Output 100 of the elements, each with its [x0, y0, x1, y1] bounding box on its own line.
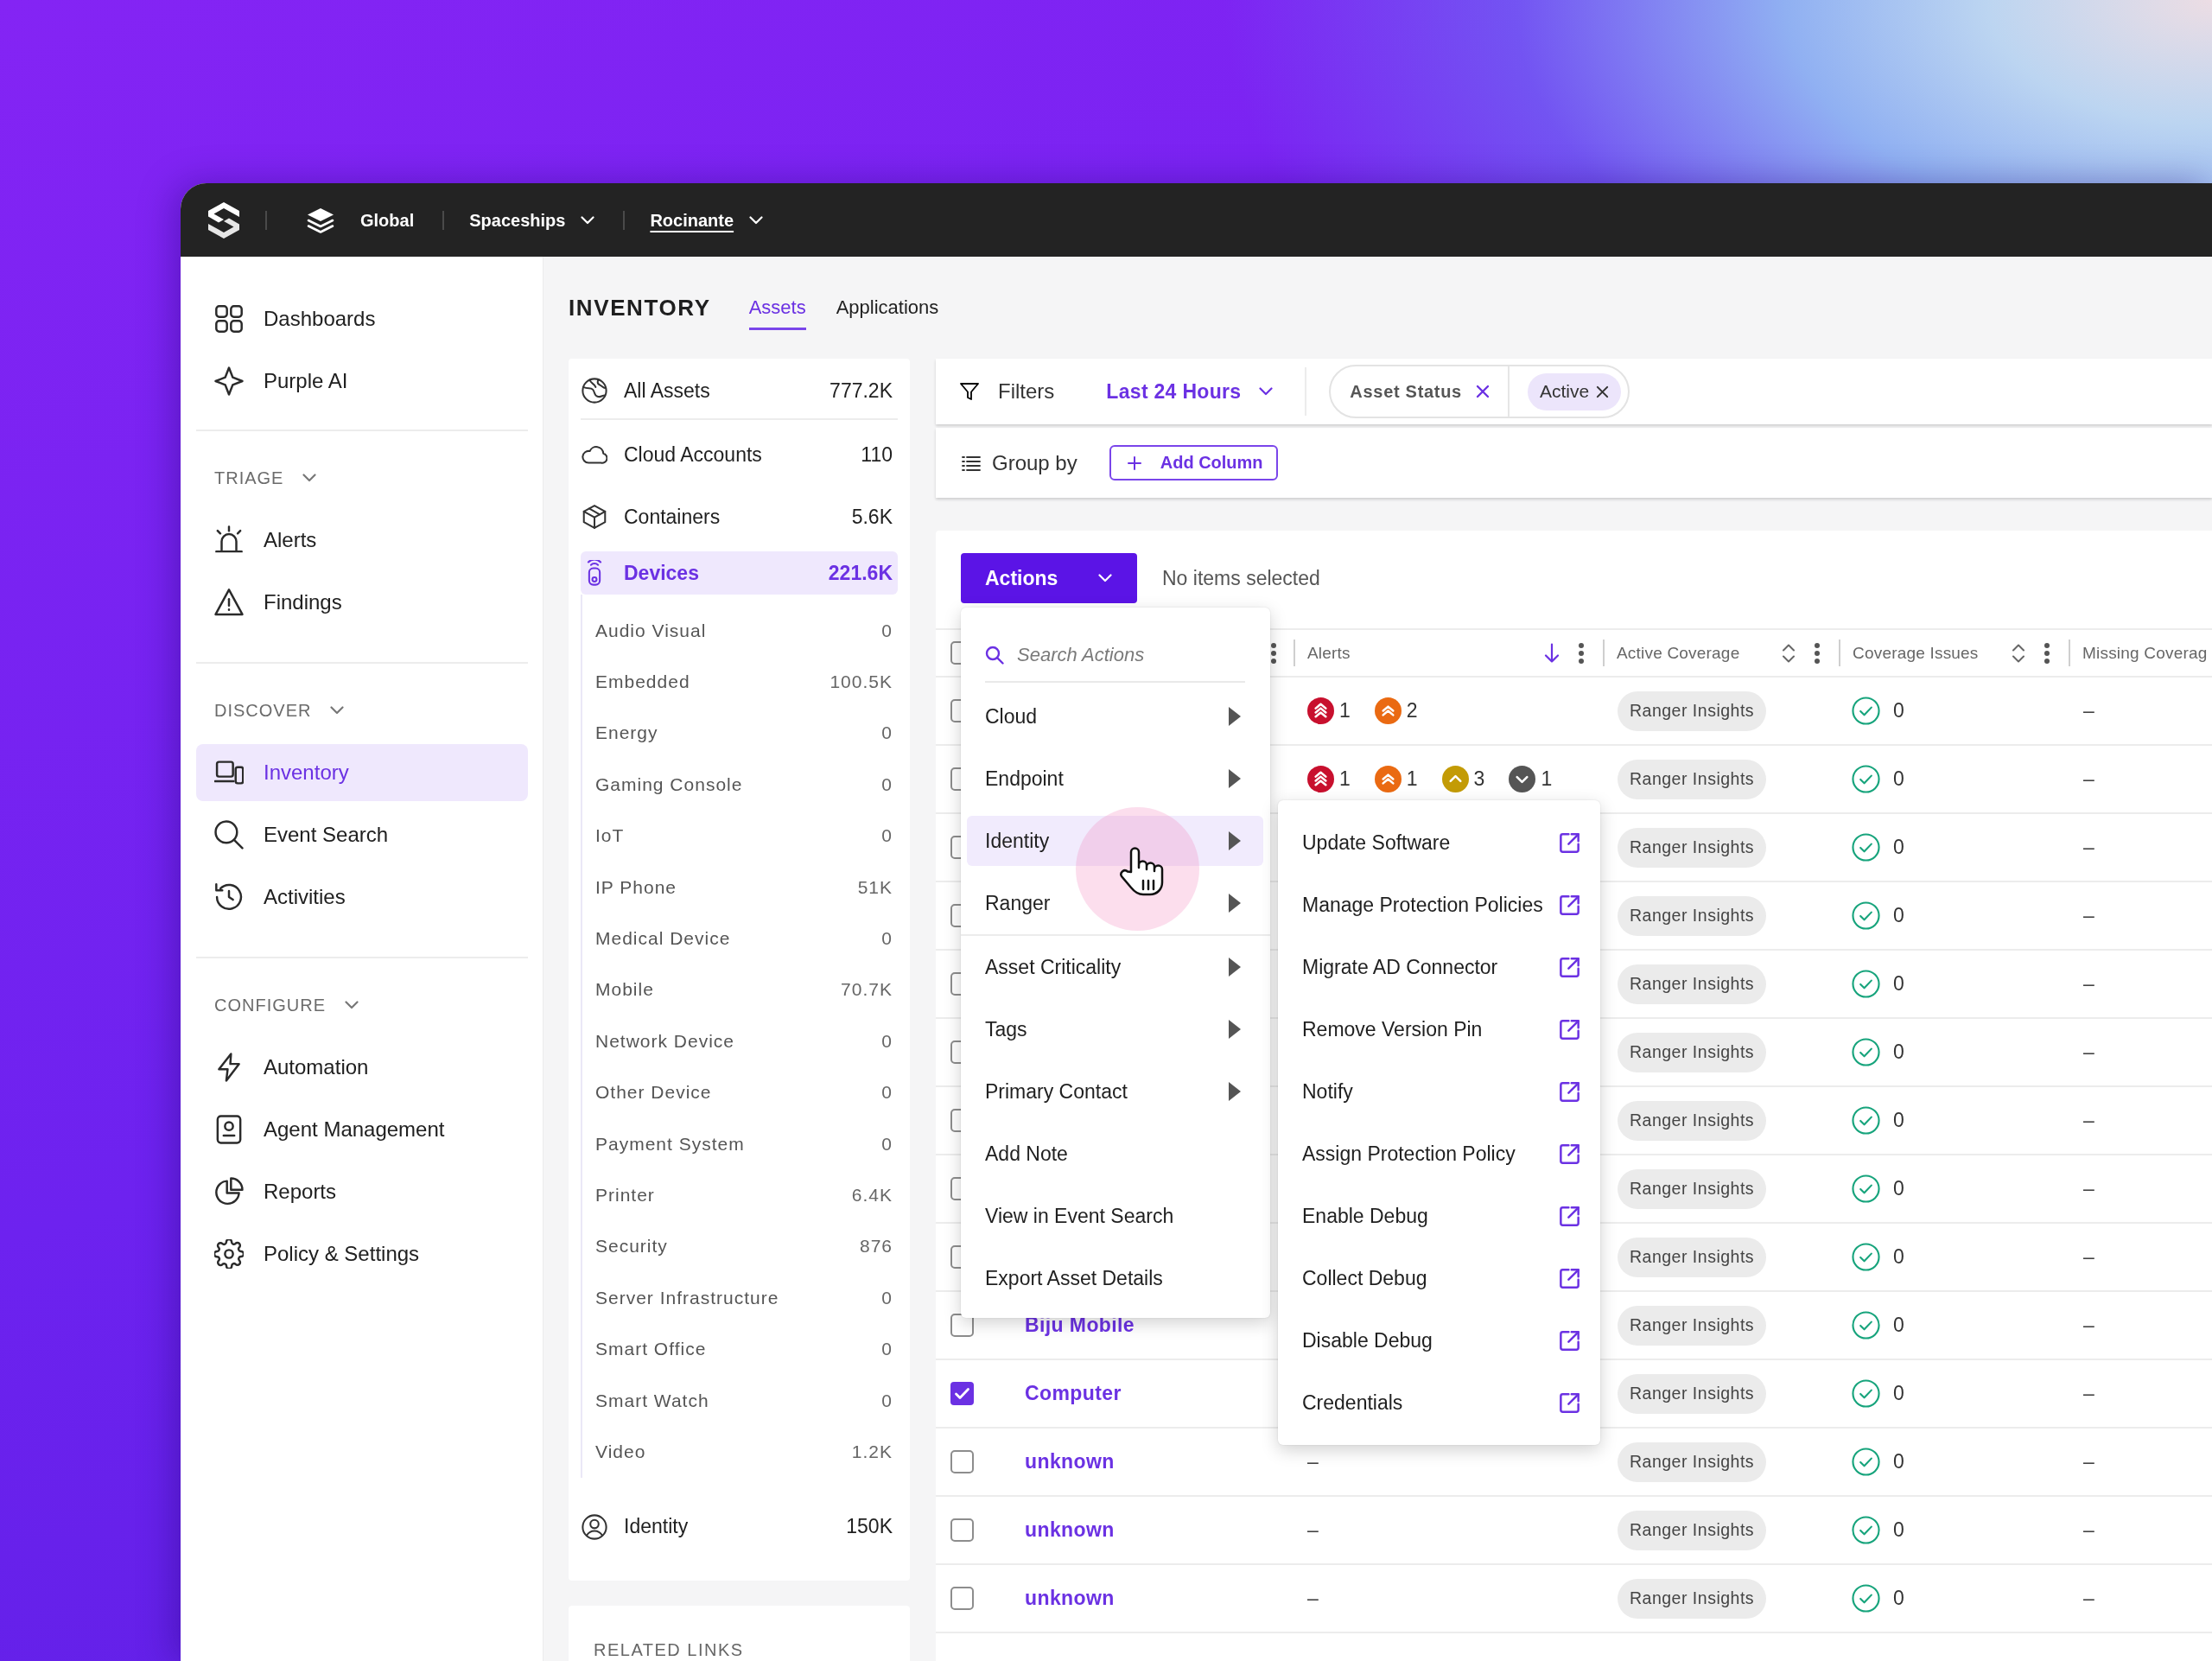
- tab[interactable]: Assets: [748, 285, 806, 330]
- asset-subtype-item[interactable]: Payment System 0: [582, 1117, 898, 1170]
- issue-count: 0: [1893, 1314, 1904, 1337]
- asset-name-link[interactable]: unknown: [1025, 1518, 1115, 1541]
- asset-subtype-item[interactable]: Gaming Console 0: [582, 759, 898, 811]
- asset-subtype-item[interactable]: Security 876: [582, 1220, 898, 1273]
- empty-value: –: [2083, 1041, 2094, 1063]
- asset-subtype-item[interactable]: Other Device 0: [582, 1066, 898, 1118]
- breadcrumb-button[interactable]: Global: [360, 208, 415, 232]
- breadcrumb-button[interactable]: Spaceships: [469, 208, 595, 232]
- kebab-menu-icon[interactable]: [1270, 641, 1277, 665]
- search-field[interactable]: Search Actions: [1017, 640, 1245, 670]
- chevron-down-icon: [345, 1001, 359, 1009]
- asset-subtype-item[interactable]: Medical Device 0: [582, 913, 898, 964]
- asset-count: 0: [881, 1390, 893, 1411]
- checkbox[interactable]: [950, 1587, 974, 1610]
- issue-count: 0: [1893, 1518, 1904, 1542]
- alert-count: 2: [1406, 699, 1418, 722]
- section-toggle[interactable]: TRIAGE: [196, 447, 317, 509]
- nav-item[interactable]: Policy & Settings: [196, 1225, 528, 1282]
- nav-item[interactable]: Automation: [196, 1039, 528, 1096]
- add-column-button[interactable]: Add Column: [1109, 445, 1278, 480]
- arrow-down-icon[interactable]: [1544, 642, 1560, 664]
- asset-subtype-item[interactable]: Energy 0: [582, 707, 898, 760]
- menu-item[interactable]: Ranger: [967, 878, 1263, 928]
- menu-item[interactable]: Identity: [967, 816, 1263, 866]
- submenu-item[interactable]: Migrate AD Connector: [1278, 936, 1600, 998]
- asset-type-item[interactable]: Cloud Accounts 110: [581, 423, 898, 486]
- asset-subtype-item[interactable]: Embedded 100.5K: [582, 656, 898, 708]
- asset-count: 6.4K: [851, 1185, 893, 1206]
- section-toggle[interactable]: CONFIGURE: [196, 974, 359, 1036]
- checkbox[interactable]: [950, 1518, 974, 1542]
- kebab-menu-icon[interactable]: [2044, 641, 2050, 665]
- menu-item[interactable]: Export Asset Details: [967, 1253, 1263, 1303]
- asset-type-item[interactable]: Devices 221.6K: [581, 551, 898, 595]
- nav-item[interactable]: Event Search: [196, 806, 528, 863]
- submenu-item[interactable]: Update Software: [1278, 811, 1600, 874]
- nav-item[interactable]: Inventory: [196, 744, 528, 801]
- nav-item[interactable]: Agent Management: [196, 1101, 528, 1158]
- tab[interactable]: Applications: [836, 285, 939, 330]
- submenu-item[interactable]: Assign Protection Policy: [1278, 1123, 1600, 1185]
- menu-item[interactable]: Add Note: [967, 1129, 1263, 1179]
- nav-item[interactable]: Findings: [196, 574, 528, 631]
- asset-name-link[interactable]: unknown: [1025, 1450, 1115, 1473]
- time-range-dropdown[interactable]: Last 24 Hours: [1106, 379, 1274, 404]
- asset-subtype-item[interactable]: Printer 6.4K: [582, 1169, 898, 1221]
- menu-item[interactable]: Endpoint: [967, 754, 1263, 804]
- asset-name-link[interactable]: unknown: [1025, 1587, 1115, 1609]
- section-toggle[interactable]: DISCOVER: [196, 679, 345, 741]
- logo-icon[interactable]: [208, 201, 239, 239]
- checkbox[interactable]: [950, 1382, 974, 1405]
- submenu-item[interactable]: Notify: [1278, 1060, 1600, 1123]
- asset-subtype-item[interactable]: Smart Watch 0: [582, 1374, 898, 1427]
- menu-item[interactable]: View in Event Search: [967, 1191, 1263, 1241]
- checkbox[interactable]: [950, 1450, 974, 1473]
- asset-subtype-item[interactable]: Smart Office 0: [582, 1323, 898, 1375]
- empty-value: –: [1307, 1450, 1319, 1473]
- empty-value: –: [2083, 1245, 2094, 1268]
- asset-subtype-item[interactable]: Network Device 0: [582, 1015, 898, 1067]
- sort-icon[interactable]: [1782, 642, 1796, 664]
- empty-value: –: [2083, 767, 2094, 790]
- submenu-item[interactable]: Manage Protection Policies: [1278, 874, 1600, 936]
- menu-item[interactable]: Asset Criticality: [967, 942, 1263, 992]
- page-title: INVENTORY: [569, 294, 711, 321]
- asset-subtype-item[interactable]: Mobile 70.7K: [582, 964, 898, 1016]
- checkbox[interactable]: [950, 1314, 974, 1337]
- submenu-item[interactable]: Disable Debug: [1278, 1309, 1600, 1371]
- kebab-menu-icon[interactable]: [1578, 641, 1585, 665]
- filter-value-tag[interactable]: Active: [1527, 372, 1622, 410]
- asset-subtype-item[interactable]: Video 1.2K: [582, 1426, 898, 1478]
- asset-subtype-item[interactable]: IoT 0: [582, 810, 898, 862]
- asset-subtype-item[interactable]: Server Infrastructure 0: [582, 1272, 898, 1324]
- asset-subtype-item[interactable]: Audio Visual 0: [582, 605, 898, 657]
- dashboard-icon: [214, 304, 244, 334]
- nav-item[interactable]: Activities: [196, 869, 528, 926]
- nav-item[interactable]: Purple AI: [196, 353, 528, 410]
- asset-count: 0: [881, 620, 893, 641]
- asset-type-item[interactable]: Identity 150K: [581, 1495, 898, 1558]
- asset-subtype-item[interactable]: IP Phone 51K: [582, 861, 898, 913]
- menu-item[interactable]: Tags: [967, 1004, 1263, 1054]
- submenu-item[interactable]: Collect Debug: [1278, 1247, 1600, 1309]
- actions-button[interactable]: Actions: [961, 553, 1137, 603]
- close-icon[interactable]: [1475, 385, 1490, 398]
- breadcrumb-button[interactable]: Rocinante: [650, 208, 764, 232]
- sort-icon[interactable]: [2012, 642, 2025, 664]
- nav-item[interactable]: Reports: [196, 1163, 528, 1220]
- asset-name-link[interactable]: Computer: [1025, 1382, 1122, 1404]
- nav-item[interactable]: Dashboards: [196, 290, 528, 347]
- menu-item[interactable]: Primary Contact: [967, 1066, 1263, 1117]
- submenu-item[interactable]: Credentials: [1278, 1371, 1600, 1434]
- menu-item[interactable]: Cloud: [967, 691, 1263, 741]
- asset-type-item[interactable]: All Assets 777.2K: [581, 363, 898, 418]
- check-circle-icon: [1852, 1516, 1880, 1544]
- nav-item[interactable]: Alerts: [196, 512, 528, 569]
- submenu-item[interactable]: Enable Debug: [1278, 1185, 1600, 1247]
- asset-type-item[interactable]: Containers 5.6K: [581, 486, 898, 548]
- close-icon[interactable]: [1596, 385, 1610, 398]
- submenu-item[interactable]: Remove Version Pin: [1278, 998, 1600, 1060]
- empty-value: –: [2083, 972, 2094, 995]
- kebab-menu-icon[interactable]: [1814, 641, 1821, 665]
